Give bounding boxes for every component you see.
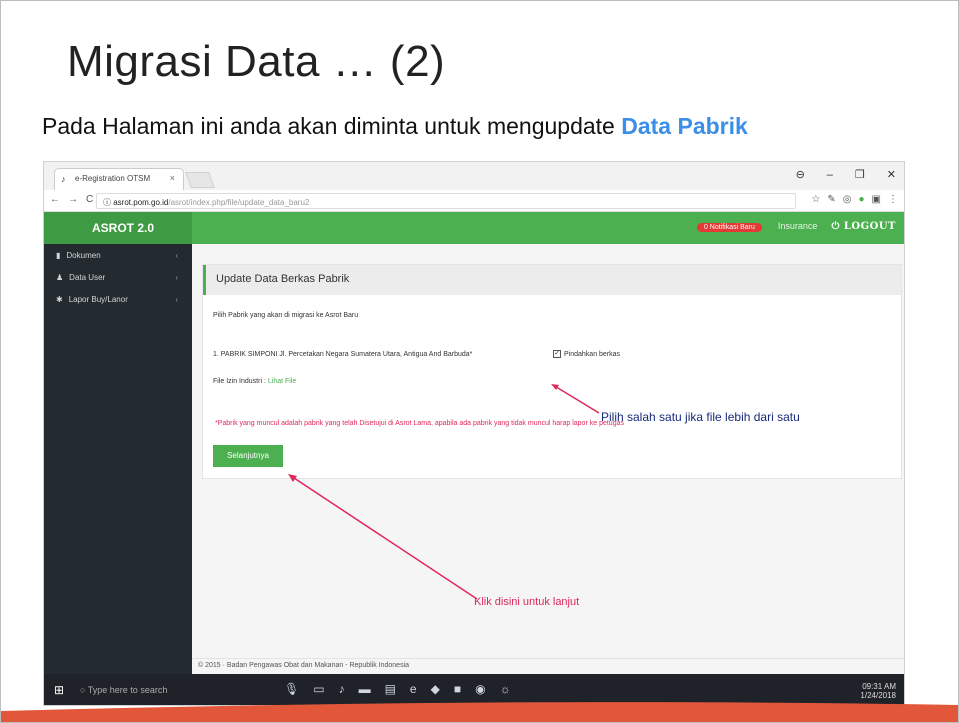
user-name[interactable]: Insurance	[778, 221, 818, 231]
new-tab-button[interactable]	[185, 172, 215, 188]
chevron-left-icon: ‹	[175, 295, 178, 304]
checkbox-checked-icon: ✓	[553, 350, 561, 358]
factory-line: 1. PABRIK SIMPONI Jl. Percetakan Negara …	[213, 351, 473, 358]
header-actions: 0 Notifikasi Baru Insurance ⏻ LOGOUT	[696, 221, 896, 232]
checkbox-annotation: Pilih salah satu jika file lebih dari sa…	[601, 410, 800, 424]
url-path: /asrot/index.php/file/update_data_baru2	[168, 198, 310, 207]
window-controls: ⊖ – ❐ ✕	[774, 168, 896, 181]
power-icon: ⏻	[831, 221, 844, 232]
cast-icon[interactable]: ▣	[872, 194, 881, 205]
next-button[interactable]: Selanjutnya	[213, 445, 283, 467]
star-icon[interactable]: ☆	[811, 194, 820, 205]
browser-address-bar: ← → C ⓘ asrot.pom.go.id/asrot/index.php/fi…	[44, 190, 904, 212]
sidebar: ▮ Dokumen ‹ ♟ Data User ‹ ✱ Lapor Buy/Lanor ‹	[44, 244, 192, 674]
favicon-icon: ♪	[61, 174, 66, 184]
file-label: File Izin Industri :	[213, 378, 266, 385]
button-annotation: Klik disini untuk lanjut	[474, 596, 580, 608]
checkbox-label: Pindahkan berkas	[564, 350, 621, 358]
note-text: *Pabrik yang muncul adalah pabrik yang t…	[215, 420, 624, 427]
sidebar-item-dokumen[interactable]: ▮ Dokumen ‹	[44, 244, 192, 266]
forward-icon[interactable]: →	[68, 194, 78, 205]
app-header: ASROT 2.0 0 Notifikasi Baru Insurance ⏻ LO…	[44, 212, 904, 244]
slide: Migrasi Data … (2) Pada Halaman ini anda…	[0, 0, 959, 723]
file-row: File Izin Industri : Lihat File	[213, 378, 296, 385]
user-icon: ♟	[56, 273, 64, 282]
chevron-left-icon: ‹	[175, 273, 178, 282]
sidebar-item-data-user[interactable]: ♟ Data User ‹	[44, 266, 192, 288]
embedded-screenshot: ♪ e-Registration OTSM × ⊖ – ❐ ✕ ← → C ⓘ asrot…	[43, 161, 905, 706]
nav-buttons: ← → C	[50, 194, 101, 205]
sidebar-item-lapor[interactable]: ✱ Lapor Buy/Lanor ‹	[44, 288, 192, 310]
notification-badge[interactable]: 0 Notifikasi Baru	[696, 223, 762, 232]
main-content: Update Data Berkas Pabrik Pilih Pabrik y…	[192, 244, 904, 674]
slide-subtitle: Pada Halaman ini anda akan diminta untuk…	[42, 113, 748, 140]
maximize-icon[interactable]: ❐	[855, 169, 865, 181]
instruction-text: Pilih Pabrik yang akan di migrasi ke Asr…	[213, 312, 359, 319]
app-brand[interactable]: ASROT 2.0	[44, 212, 192, 244]
file-icon: ▮	[56, 251, 61, 260]
extension-icon[interactable]: ◎	[843, 194, 852, 205]
panel-title: Update Data Berkas Pabrik	[203, 265, 901, 295]
extension-icon[interactable]: ✎	[827, 194, 835, 205]
url-domain: asrot.pom.go.id	[113, 198, 169, 207]
browser-tab[interactable]: ♪ e-Registration OTSM ×	[54, 168, 184, 190]
subtitle-highlight: Data Pabrik	[621, 113, 748, 139]
move-file-checkbox[interactable]: ✓ Pindahkan berkas	[553, 350, 620, 358]
close-tab-icon[interactable]: ×	[170, 173, 175, 183]
extension-icon[interactable]: ●	[859, 194, 865, 205]
back-icon[interactable]: ←	[50, 194, 60, 205]
tab-title: e-Registration OTSM	[75, 174, 151, 183]
extension-icons: ☆ ✎ ◎ ● ▣ ⋮	[804, 194, 898, 205]
slide-title: Migrasi Data … (2)	[67, 37, 446, 86]
sidebar-item-label: Lapor Buy/Lanor	[68, 295, 128, 304]
menu-icon[interactable]: ⋮	[888, 194, 898, 205]
reload-icon[interactable]: C	[86, 194, 93, 205]
update-panel: Update Data Berkas Pabrik Pilih Pabrik y…	[202, 264, 902, 479]
chevron-left-icon: ‹	[175, 251, 178, 260]
tray-time: 09:31 AM	[862, 682, 896, 691]
sidebar-item-label: Dokumen	[66, 251, 101, 260]
view-file-link[interactable]: Lihat File	[268, 378, 296, 385]
profile-icon[interactable]: ⊖	[796, 169, 805, 181]
minimize-icon[interactable]: –	[827, 169, 833, 181]
app-footer: © 2015 · Badan Pengawas Obat dan Makanan…	[192, 658, 904, 674]
close-window-icon[interactable]: ✕	[887, 169, 896, 181]
url-input[interactable]: ⓘ asrot.pom.go.id/asrot/index.php/file/u…	[96, 193, 796, 209]
browser-tab-bar: ♪ e-Registration OTSM × ⊖ – ❐ ✕	[44, 162, 904, 190]
logout-button[interactable]: ⏻ LOGOUT	[831, 221, 896, 232]
info-icon: ⓘ	[103, 198, 114, 207]
sidebar-item-label: Data User	[69, 273, 106, 282]
report-icon: ✱	[56, 295, 63, 304]
subtitle-text: Pada Halaman ini anda akan diminta untuk…	[42, 113, 622, 139]
decorative-band	[1, 702, 958, 722]
logout-label: LOGOUT	[843, 221, 896, 232]
